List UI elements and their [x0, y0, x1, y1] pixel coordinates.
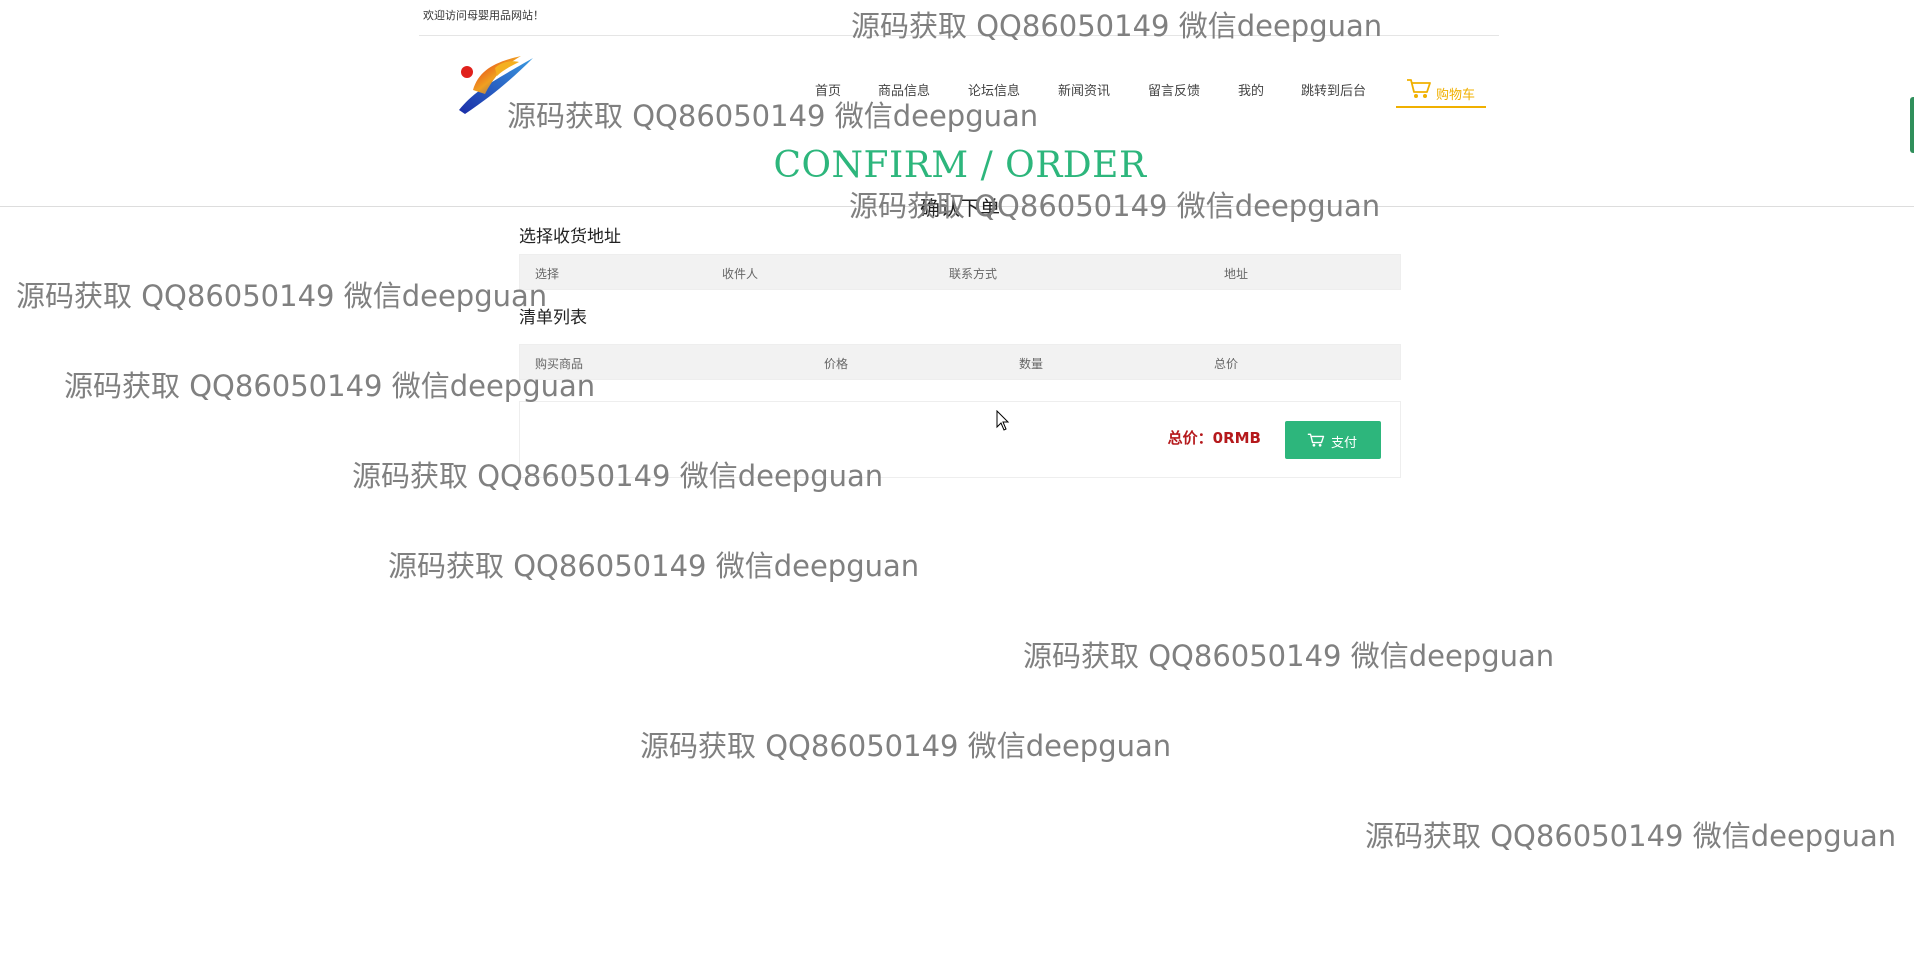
column-header-contact: 联系方式: [949, 267, 998, 281]
nav-admin[interactable]: 跳转到后台: [1301, 80, 1366, 99]
watermark-text: 源码获取 QQ86050149 微信deepguan: [1365, 819, 1897, 853]
watermark-text: 源码获取 QQ86050149 微信deepguan: [849, 189, 1381, 223]
column-header-price: 价格: [824, 357, 849, 371]
column-header-address: 地址: [1224, 267, 1249, 281]
column-header-recipient: 收件人: [722, 267, 759, 281]
watermark-text: 源码获取 QQ86050149 微信deepguan: [352, 459, 884, 493]
column-header-quantity: 数量: [1019, 357, 1044, 371]
pay-button-label: 支付: [1331, 436, 1358, 451]
watermark-text: 源码获取 QQ86050149 微信deepguan: [1023, 639, 1555, 673]
watermark-text: 源码获取 QQ86050149 微信deepguan: [640, 729, 1172, 763]
nav-feedback[interactable]: 留言反馈: [1148, 80, 1200, 99]
nav-my[interactable]: 我的: [1238, 80, 1264, 99]
watermark-text: 源码获取 QQ86050149 微信deepguan: [851, 9, 1383, 43]
watermark-text: 源码获取 QQ86050149 微信deepguan: [388, 549, 920, 583]
cart-label: 购物车: [1436, 88, 1476, 103]
nav-cart[interactable]: 购物车: [1396, 76, 1486, 108]
mouse-cursor-icon: [996, 409, 1010, 436]
order-table-header: 购买商品 价格 数量 总价: [519, 344, 1401, 380]
address-table-header: 选择 收件人 联系方式 地址: [519, 254, 1401, 290]
shopping-cart-icon: [1407, 79, 1431, 98]
address-section-label: 选择收货地址: [519, 227, 621, 247]
welcome-text: 欢迎访问母婴用品网站！: [423, 9, 544, 22]
total-price: 总价：0RMB: [1167, 429, 1261, 447]
page-title-en: CONFIRM / ORDER: [773, 145, 1147, 186]
side-float-tab[interactable]: [1910, 97, 1914, 153]
nav-news[interactable]: 新闻资讯: [1058, 80, 1110, 99]
column-header-total: 总价: [1214, 357, 1239, 371]
pay-button[interactable]: 支付: [1285, 421, 1381, 459]
watermark-text: 源码获取 QQ86050149 微信deepguan: [507, 99, 1039, 133]
watermark-text: 源码获取 QQ86050149 微信deepguan: [16, 279, 548, 313]
shopping-cart-icon: [1307, 433, 1325, 447]
watermark-text: 源码获取 QQ86050149 微信deepguan: [64, 369, 596, 403]
